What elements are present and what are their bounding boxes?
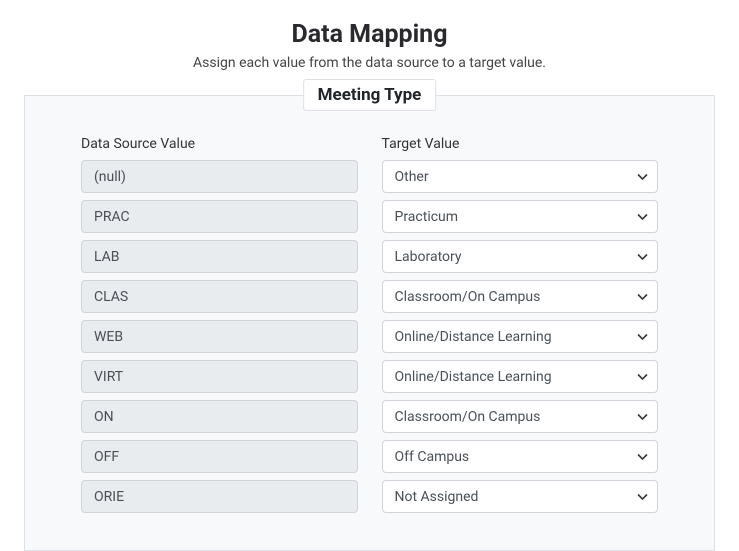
source-value: LAB — [81, 240, 358, 273]
target-select[interactable]: Classroom/On Campus — [382, 280, 659, 313]
source-value: VIRT — [81, 360, 358, 393]
target-select[interactable]: Other — [382, 160, 659, 193]
source-value: PRAC — [81, 200, 358, 233]
target-select[interactable]: Online/Distance Learning — [382, 360, 659, 393]
target-select[interactable]: Laboratory — [382, 240, 659, 273]
source-column: Data Source Value (null) PRAC LAB CLAS W… — [81, 136, 358, 520]
source-column-header: Data Source Value — [81, 136, 358, 152]
target-select[interactable]: Not Assigned — [382, 480, 659, 513]
source-value: (null) — [81, 160, 358, 193]
target-select[interactable]: Online/Distance Learning — [382, 320, 659, 353]
source-value: WEB — [81, 320, 358, 353]
target-select[interactable]: Off Campus — [382, 440, 659, 473]
page-subtitle: Assign each value from the data source t… — [0, 55, 739, 71]
source-value: CLAS — [81, 280, 358, 313]
target-column-header: Target Value — [382, 136, 659, 152]
source-value: ORIE — [81, 480, 358, 513]
target-select[interactable]: Classroom/On Campus — [382, 400, 659, 433]
source-value: OFF — [81, 440, 358, 473]
target-select[interactable]: Practicum — [382, 200, 659, 233]
source-value: ON — [81, 400, 358, 433]
target-column: Target Value Other Practicum Laboratory — [382, 136, 659, 520]
panel-legend: Meeting Type — [303, 79, 437, 111]
mapping-panel: Meeting Type Data Source Value (null) PR… — [24, 95, 715, 551]
page-title: Data Mapping — [0, 20, 739, 49]
